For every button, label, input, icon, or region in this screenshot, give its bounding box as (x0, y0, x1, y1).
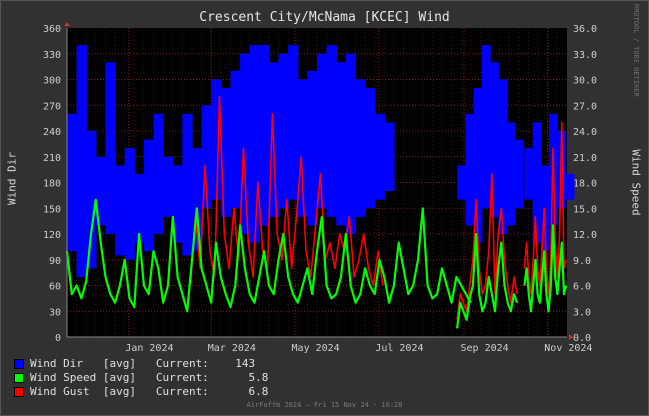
y-left-tick-label: 150 (43, 204, 61, 215)
legend-swatch-wind-dir (14, 359, 24, 369)
x-tick-label: Mar 2024 (208, 343, 256, 354)
wind-dir-bar (153, 113, 164, 234)
wind-dir-bar (326, 45, 337, 217)
y-left-tick-label: 60 (49, 282, 61, 293)
y-right-tick-label: 3.0 (573, 307, 591, 318)
wind-dir-bar (182, 113, 193, 256)
y-left-tick-label: 180 (43, 179, 61, 190)
legend-item-wind-gust: Wind Gust [avg] Current: 6.8 (14, 385, 268, 399)
legend-label-wind-speed: Wind Speed [avg] Current: 5.8 (30, 371, 269, 384)
y-right-tick-label: 18.0 (573, 179, 597, 190)
y-left-tick-label: 120 (43, 230, 61, 241)
y-right-tick-label: 36.0 (573, 24, 597, 35)
y-right-tick-label: 6.0 (573, 282, 591, 293)
legend-label-wind-gust: Wind Gust [avg] Current: 6.8 (30, 385, 269, 398)
y-left-tick-label: 330 (43, 50, 61, 61)
y-left-tick-label: 240 (43, 127, 61, 138)
wind-dir-bar (124, 148, 135, 260)
wind-dir-bar (524, 148, 534, 200)
wind-dir-bar (105, 62, 116, 235)
y-right-tick-label: 33.0 (573, 50, 597, 61)
y-right-tick-label: 21.0 (573, 153, 597, 164)
wind-dir-bar (565, 173, 575, 200)
wind-dir-bar (288, 45, 299, 200)
legend-label-wind-dir: Wind Dir [avg] Current: 143 (30, 357, 256, 370)
y-left-tick-label: 270 (43, 101, 61, 112)
y-left-tick-label: 360 (43, 24, 61, 35)
wind-dir-bar (481, 45, 491, 209)
wind-dir-bar (336, 62, 347, 226)
y-right-tick-label: 24.0 (573, 127, 597, 138)
wind-dir-bar (76, 45, 87, 277)
legend: Wind Dir [avg] Current: 143 Wind Speed [… (14, 357, 268, 399)
wind-dir-bar (498, 79, 508, 234)
wind-dir-bar (345, 53, 357, 234)
wind-dir-bar (230, 70, 241, 209)
y-right-tick-label: 12.0 (573, 230, 597, 241)
x-tick-label: Sep 2024 (460, 343, 508, 354)
y-axis-arrow (64, 22, 70, 26)
wind-dir-bar (514, 139, 524, 209)
wind-dir-bar (532, 122, 542, 243)
y-left-tick-label: 300 (43, 76, 61, 87)
x-tick-label: Nov 2024 (544, 343, 592, 354)
wind-dir-bar (355, 79, 366, 217)
wind-dir-bar (115, 165, 126, 256)
wind-dir-bar (163, 156, 174, 217)
wind-dir-bar (317, 53, 328, 209)
x-tick-label: Jul 2024 (375, 343, 423, 354)
y-left-tick-label: 0 (55, 333, 61, 344)
wind-dir-bar (307, 70, 318, 226)
y-right-tick-label: 15.0 (573, 204, 597, 215)
legend-swatch-wind-gust (14, 387, 24, 397)
footer-timestamp: AirFuffm 2024 – Fri 15 Nov 24 - 16:28 (246, 401, 403, 409)
y-right-tick-label: 27.0 (573, 101, 597, 112)
wind-dir-bar (143, 139, 155, 252)
wind-dir-bar (278, 53, 289, 209)
x-tick-label: Jan 2024 (125, 343, 173, 354)
wind-dir-bar (465, 113, 475, 226)
wind-dir-bar (134, 173, 145, 243)
y-right-tick-label: 9.0 (573, 256, 591, 267)
y-right-tick-label: 30.0 (573, 76, 597, 87)
legend-item-wind-dir: Wind Dir [avg] Current: 143 (14, 357, 268, 371)
y-left-tick-label: 90 (49, 256, 61, 267)
wind-dir-bar (374, 113, 385, 200)
x-tick-label: May 2024 (292, 343, 340, 354)
wind-dir-bar (249, 45, 260, 243)
wind-chart: 0 0.030 3.060 6.090 9.0120 12.0150 15.0180 18.0… (43, 22, 597, 354)
wind-dir-bar (384, 122, 395, 192)
wind-dir-bar (506, 122, 516, 226)
y-left-tick-label: 210 (43, 153, 61, 164)
y-left-tick-label: 30 (49, 307, 61, 318)
wind-dir-bar (365, 88, 376, 209)
wind-dir-bar (259, 45, 270, 226)
wind-dir-bar (457, 165, 466, 200)
legend-swatch-wind-speed (14, 373, 24, 383)
wind-dir-bar (67, 113, 78, 252)
legend-item-wind-speed: Wind Speed [avg] Current: 5.8 (14, 371, 268, 385)
